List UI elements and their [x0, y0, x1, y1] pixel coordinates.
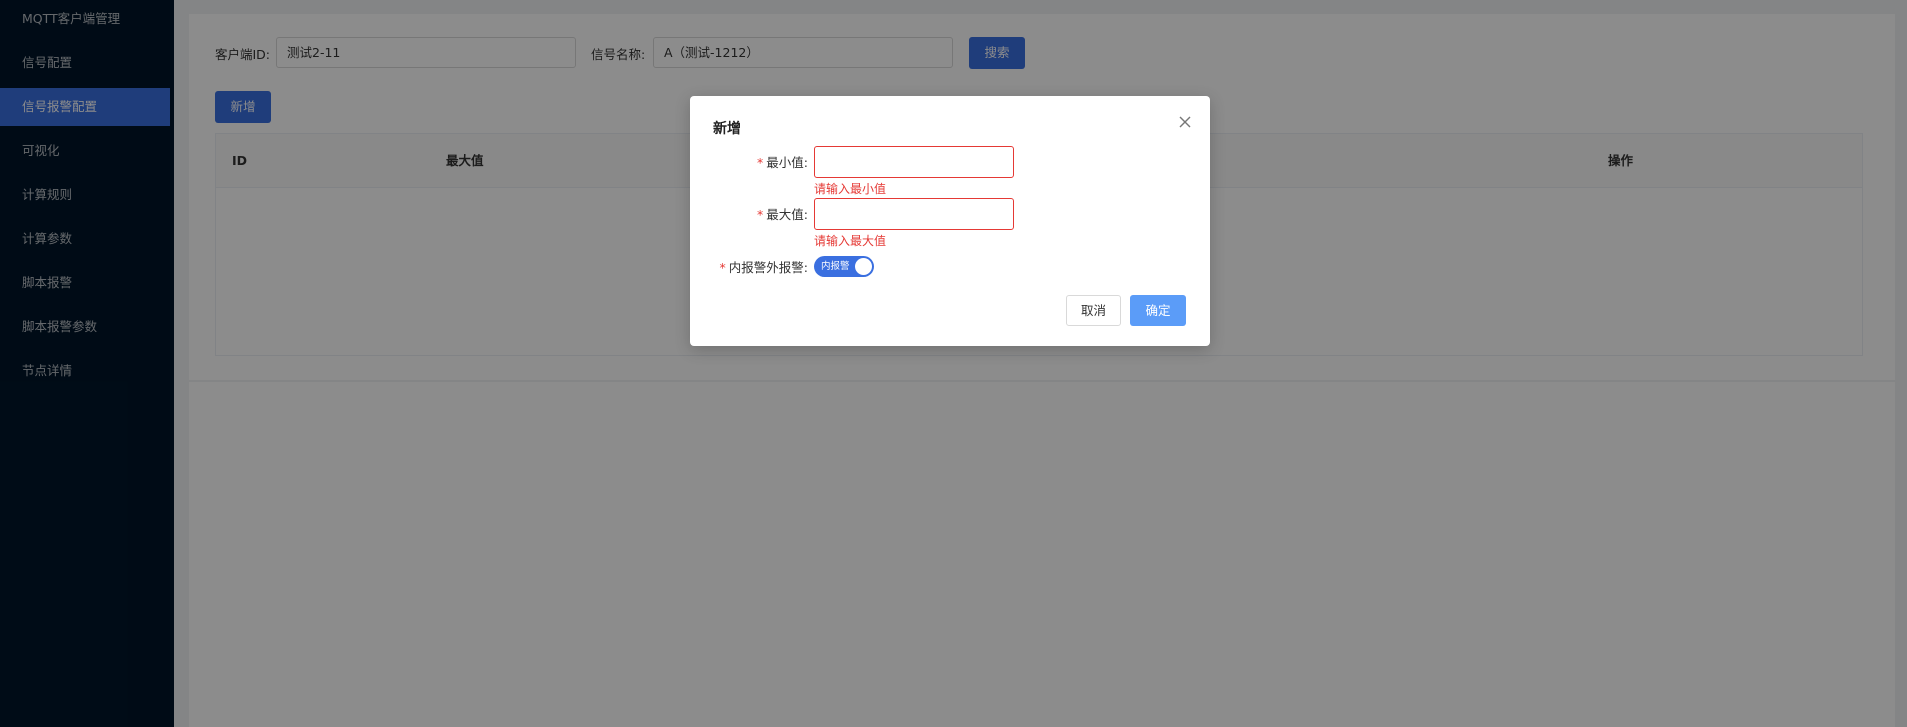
- required-mark: *: [719, 260, 726, 275]
- min-value-input[interactable]: [814, 146, 1014, 178]
- alarm-type-label: * 内报警外报警:: [700, 257, 808, 276]
- required-mark: *: [757, 155, 764, 170]
- confirm-button[interactable]: 确定: [1130, 295, 1186, 326]
- cancel-button[interactable]: 取消: [1066, 295, 1121, 326]
- required-mark: *: [757, 207, 764, 222]
- dialog-title: 新增: [713, 121, 741, 137]
- min-value-label-text: 最小值:: [766, 155, 808, 170]
- max-value-error: 请输入最大值: [814, 234, 887, 248]
- max-value-label-text: 最大值:: [766, 207, 808, 222]
- min-value-label: * 最小值:: [710, 152, 808, 171]
- close-icon[interactable]: [1177, 114, 1193, 130]
- alarm-type-switch[interactable]: 内报警: [814, 256, 874, 277]
- max-value-label: * 最大值:: [710, 204, 808, 223]
- switch-knob: [855, 258, 872, 275]
- max-value-input[interactable]: [814, 198, 1014, 230]
- add-alarm-dialog: 新增 * 最小值: 请输入最小值 * 最大值: 请输入最大值 * 内报警外报警: 内报…: [690, 96, 1210, 346]
- alarm-switch-text: 内报警: [821, 261, 850, 272]
- min-value-error: 请输入最小值: [814, 182, 887, 196]
- alarm-type-label-text: 内报警外报警:: [728, 260, 808, 275]
